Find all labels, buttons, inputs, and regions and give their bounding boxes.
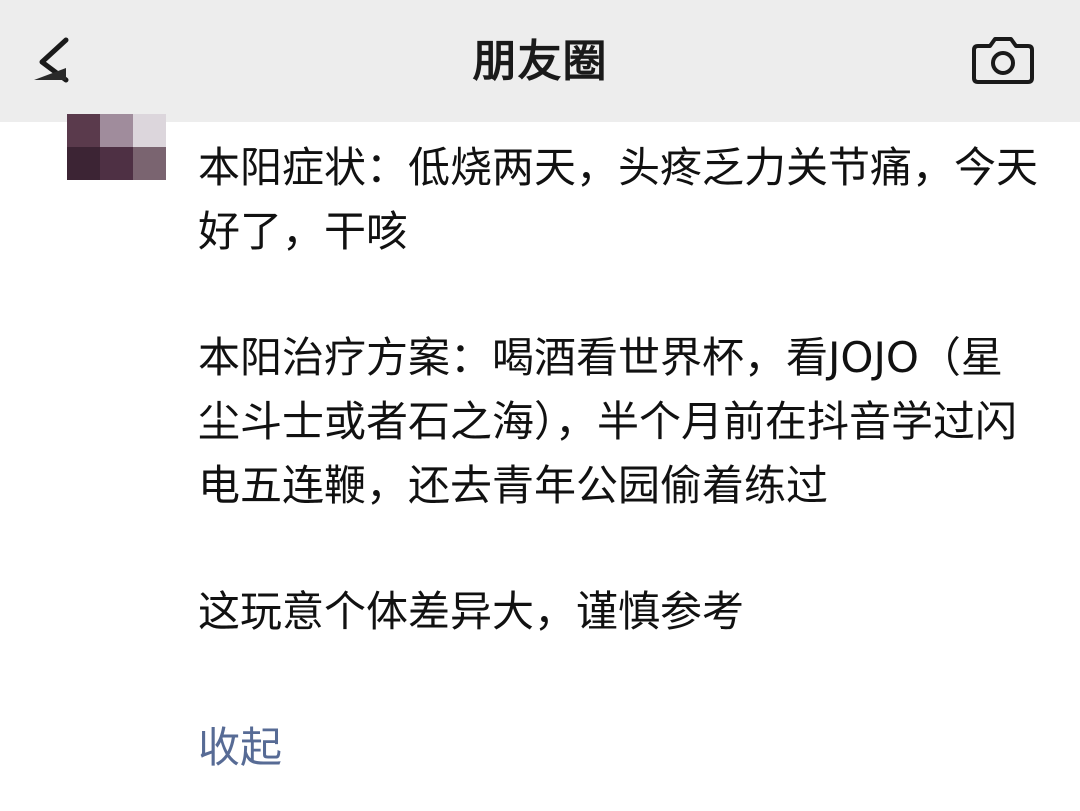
avatar-pixel <box>133 114 166 147</box>
avatar-pixel <box>100 114 133 147</box>
post-paragraph-disclaimer: 这玩意个体差异大，谨慎参考 <box>198 587 745 636</box>
avatar[interactable] <box>67 114 166 180</box>
collapse-link[interactable]: 收起 <box>198 718 282 778</box>
page-title: 朋友圈 <box>472 36 608 87</box>
avatar-pixel <box>100 147 133 180</box>
avatar-pixel <box>67 147 100 180</box>
avatar-pixel <box>133 147 166 180</box>
moments-screen: 朋友圈 本阳症状：低烧两天，头疼乏力关节痛，今天好了，干咳 本阳治疗方案：喝酒看… <box>0 0 1080 811</box>
camera-button[interactable] <box>968 32 1038 90</box>
post-content: 本阳症状：低烧两天，头疼乏力关节痛，今天好了，干咳 本阳治疗方案：喝酒看世界杯，… <box>198 136 1038 644</box>
navigation-bar: 朋友圈 <box>0 0 1080 122</box>
camera-icon <box>972 37 1034 84</box>
post-paragraph-treatment: 本阳治疗方案：喝酒看世界杯，看JOJO（星尘斗士或者石之海），半个月前在抖音学过… <box>198 333 1018 510</box>
post-paragraph-symptoms: 本阳症状：低烧两天，头疼乏力关节痛，今天好了，干咳 <box>198 143 1039 256</box>
avatar-pixel <box>67 114 100 147</box>
